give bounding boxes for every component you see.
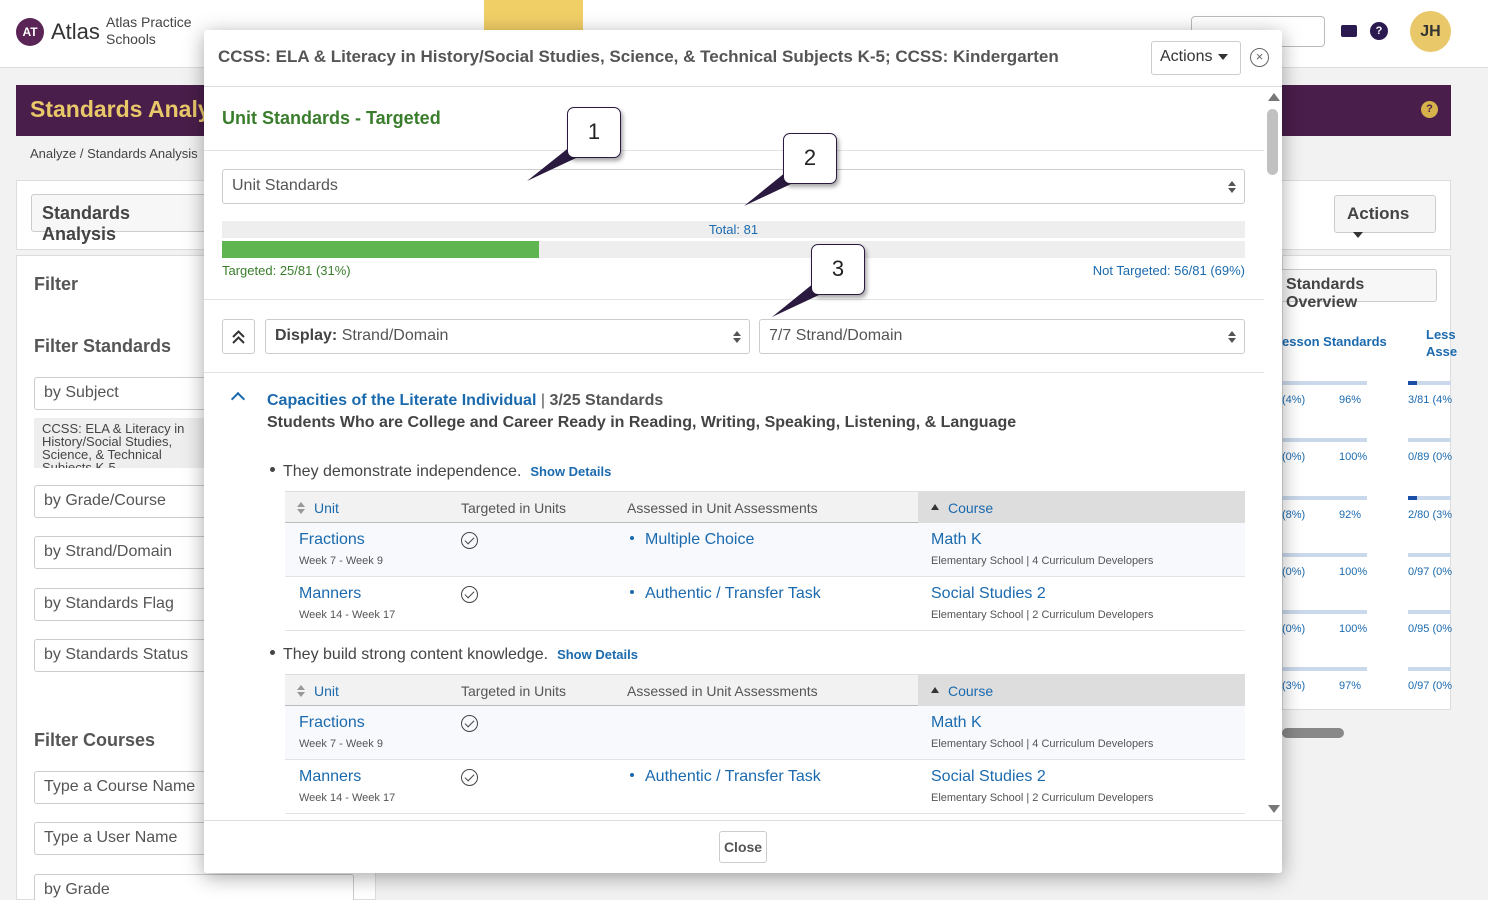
callout-pointers: [527, 146, 819, 317]
callout-1: 1: [567, 107, 621, 158]
callout-2: 2: [783, 133, 837, 184]
callout-3: 3: [811, 244, 865, 295]
